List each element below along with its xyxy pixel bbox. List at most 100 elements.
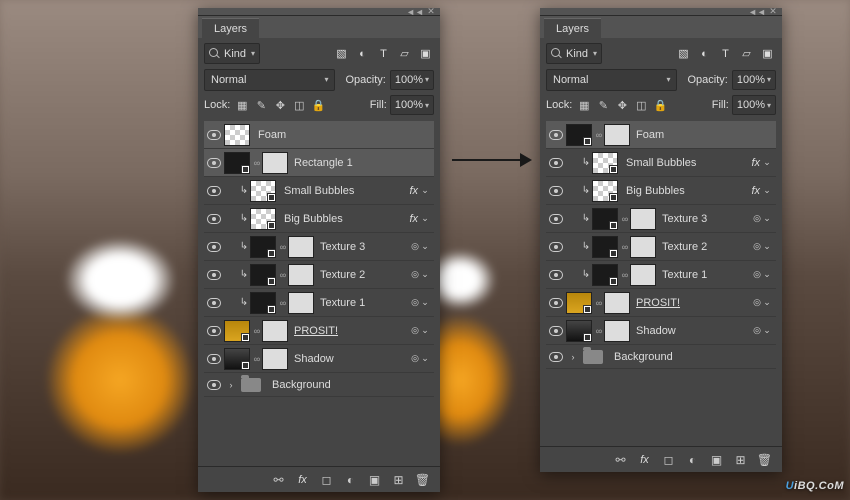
link-layers-icon[interactable]: ⚯ [271,472,286,487]
visibility-eye-icon[interactable] [549,352,563,362]
filter-shape-icon[interactable]: ▱ [396,45,413,62]
mask-thumb[interactable] [262,152,288,174]
visibility-eye-icon[interactable] [207,380,221,390]
lock-all-icon[interactable]: 🔒 [651,96,669,114]
layer-thumb[interactable] [250,264,276,286]
smart-filter-icon[interactable]: ◎ [752,213,762,224]
visibility-eye-icon[interactable] [207,214,221,224]
layer-thumb[interactable] [592,236,618,258]
layer-big-bubbles[interactable]: ↳ Big Bubbles fx ⌄ [546,177,776,205]
smart-filter-icon[interactable]: ◎ [410,325,420,336]
mask-thumb[interactable] [262,348,288,370]
mask-thumb[interactable] [630,236,656,258]
filter-adjust-icon[interactable]: ◐ [354,45,371,62]
fill-field[interactable]: 100% ▾ [390,95,434,115]
lock-position-icon[interactable]: ✥ [271,96,289,114]
trash-icon[interactable]: 🗑 [757,452,772,467]
layer-thumb[interactable] [224,152,250,174]
chevron-down-icon[interactable]: ⌄ [762,157,772,168]
chevron-down-icon[interactable]: ⌄ [420,269,430,280]
tab-layers[interactable]: Layers [202,18,259,38]
lock-position-icon[interactable]: ✥ [613,96,631,114]
link-icon[interactable]: ∞ [620,270,630,280]
chevron-down-icon[interactable]: ⌄ [420,213,430,224]
collapse-icon[interactable]: ◄◄ [752,8,762,16]
chevron-down-icon[interactable]: ⌄ [762,325,772,336]
chevron-down-icon[interactable]: ⌄ [420,325,430,336]
layer-thumb[interactable] [592,152,618,174]
visibility-eye-icon[interactable] [207,158,221,168]
blend-mode-select[interactable]: Normal ▾ [204,69,335,91]
smart-filter-icon[interactable]: ◎ [410,269,420,280]
new-layer-icon[interactable]: ⊞ [391,472,406,487]
link-icon[interactable]: ∞ [252,326,262,336]
folder-thumb[interactable] [580,346,606,368]
visibility-eye-icon[interactable] [207,326,221,336]
smart-filter-icon[interactable]: ◎ [752,241,762,252]
chevron-down-icon[interactable]: ⌄ [762,241,772,252]
visibility-eye-icon[interactable] [549,186,563,196]
visibility-eye-icon[interactable] [207,242,221,252]
lock-pixels-icon[interactable]: ✎ [252,96,270,114]
visibility-eye-icon[interactable] [207,354,221,364]
mask-thumb[interactable] [288,236,314,258]
layer-texture1[interactable]: ↳ ∞ Texture 1 ◎ ⌄ [204,289,434,317]
layer-thumb[interactable] [250,208,276,230]
link-icon[interactable]: ∞ [278,270,288,280]
layer-thumb[interactable] [592,208,618,230]
visibility-eye-icon[interactable] [207,270,221,280]
layer-thumb[interactable] [566,292,592,314]
layer-thumb[interactable] [566,320,592,342]
chevron-down-icon[interactable]: ⌄ [420,353,430,364]
visibility-eye-icon[interactable] [549,214,563,224]
new-layer-icon[interactable]: ⊞ [733,452,748,467]
mask-thumb[interactable] [262,320,288,342]
link-icon[interactable]: ∞ [252,158,262,168]
opacity-field[interactable]: 100% ▾ [732,70,776,90]
layer-filter-kind[interactable]: Kind ▾ [204,43,260,64]
filter-adjust-icon[interactable]: ◐ [696,45,713,62]
visibility-eye-icon[interactable] [207,298,221,308]
chevron-down-icon[interactable]: ⌄ [420,185,430,196]
smart-filter-icon[interactable]: ◎ [410,241,420,252]
layer-texture2[interactable]: ↳ ∞ Texture 2 ◎ ⌄ [204,261,434,289]
smart-filter-icon[interactable]: ◎ [752,269,762,280]
fx-badge[interactable]: fx [751,157,760,169]
filter-type-icon[interactable]: T [375,45,392,62]
fx-badge[interactable]: fx [409,213,418,225]
mask-thumb[interactable] [604,124,630,146]
fx-badge[interactable]: fx [409,185,418,197]
visibility-eye-icon[interactable] [549,158,563,168]
smart-filter-icon[interactable]: ◎ [752,325,762,336]
filter-smart-icon[interactable]: ▣ [417,45,434,62]
close-icon[interactable]: ✕ [768,8,778,16]
layer-background-group[interactable]: › Background [546,345,776,369]
mask-thumb[interactable] [630,208,656,230]
mask-thumb[interactable] [288,292,314,314]
fx-menu-icon[interactable]: fx [637,452,652,467]
new-group-icon[interactable]: ▣ [709,452,724,467]
layer-texture2[interactable]: ↳ ∞ Texture 2 ◎ ⌄ [546,233,776,261]
mask-thumb[interactable] [604,320,630,342]
layer-foam[interactable]: ∞ Foam [546,121,776,149]
tab-layers[interactable]: Layers [544,18,601,38]
mask-thumb[interactable] [630,264,656,286]
collapse-icon[interactable]: ◄◄ [410,8,420,16]
smart-filter-icon[interactable]: ◎ [410,353,420,364]
layer-small-bubbles[interactable]: ↳ Small Bubbles fx ⌄ [204,177,434,205]
link-icon[interactable]: ∞ [278,298,288,308]
layer-shadow[interactable]: ∞ Shadow ◎ ⌄ [204,345,434,373]
lock-artboard-icon[interactable]: ◫ [290,96,308,114]
layer-small-bubbles[interactable]: ↳ Small Bubbles fx ⌄ [546,149,776,177]
link-icon[interactable]: ∞ [594,298,604,308]
disclosure-icon[interactable]: › [566,352,580,362]
link-layers-icon[interactable]: ⚯ [613,452,628,467]
layer-thumb[interactable] [250,236,276,258]
adjustment-icon[interactable]: ◐ [685,452,700,467]
filter-shape-icon[interactable]: ▱ [738,45,755,62]
visibility-eye-icon[interactable] [549,326,563,336]
blend-mode-select[interactable]: Normal ▾ [546,69,677,91]
disclosure-icon[interactable]: › [224,380,238,390]
layer-thumb[interactable] [592,180,618,202]
layer-prosit[interactable]: ∞ PROSIT! ◎ ⌄ [204,317,434,345]
